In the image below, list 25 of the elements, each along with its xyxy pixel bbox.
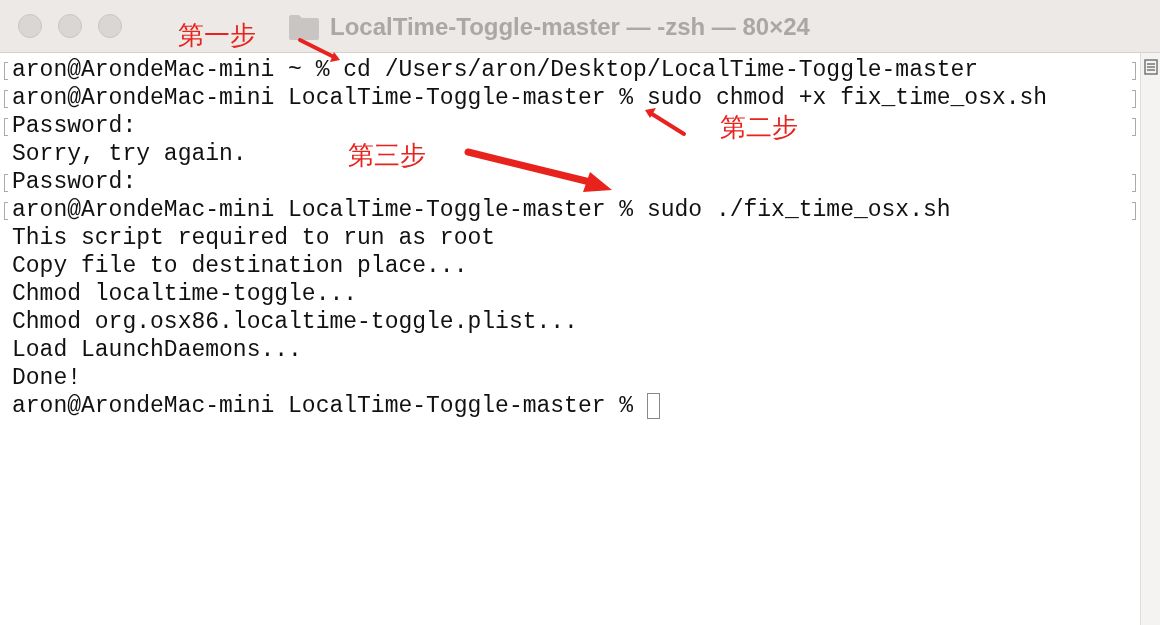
terminal-line: Password: [11, 112, 137, 140]
annotation-label: 第三步 [348, 139, 426, 172]
list-icon [1143, 59, 1158, 75]
terminal-line: Done! [11, 364, 81, 392]
minimize-button[interactable] [58, 14, 82, 38]
terminal-line: Chmod org.osx86.localtime-toggle.plist... [11, 308, 578, 336]
terminal-line: aron@ArondeMac-mini LocalTime-Toggle-master % sudo chmod +x fix_time_osx.sh [11, 84, 1048, 112]
scrollbar[interactable] [1140, 53, 1160, 625]
annotation-label: 第一步 [178, 19, 256, 52]
close-button[interactable] [18, 14, 42, 38]
terminal-line: Password: [11, 168, 137, 196]
annotation-arrow [298, 38, 340, 62]
terminal-line: Load LaunchDaemons... [11, 336, 302, 364]
folder-icon [288, 13, 320, 41]
annotation-arrow [645, 108, 686, 136]
annotation-label: 第二步 [720, 111, 798, 144]
terminal-line: aron@ArondeMac-mini ~ % cd /Users/aron/Desktop/LocalTime-Toggle-master [11, 56, 979, 84]
terminal-line: aron@ArondeMac-mini LocalTime-Toggle-master % [11, 392, 635, 420]
terminal-line: Copy file to destination place... [11, 252, 468, 280]
terminal-line: Chmod localtime-toggle... [11, 280, 358, 308]
window-title: LocalTime-Toggle-master — -zsh — 80×24 [330, 12, 810, 42]
terminal-line: aron@ArondeMac-mini LocalTime-Toggle-master % sudo ./fix_time_osx.sh [11, 196, 951, 224]
terminal-line: Sorry, try again. [11, 140, 247, 168]
zoom-button[interactable] [98, 14, 122, 38]
terminal-line: This script required to run as root [11, 224, 496, 252]
